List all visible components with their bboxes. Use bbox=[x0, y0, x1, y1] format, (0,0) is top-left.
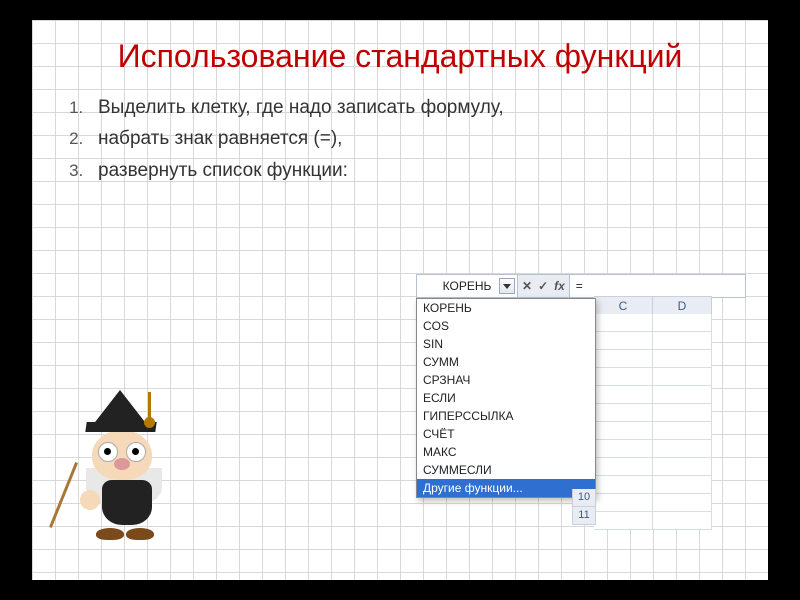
row-number[interactable]: 11 bbox=[572, 507, 596, 525]
cell[interactable] bbox=[594, 386, 653, 404]
name-box[interactable]: КОРЕНЬ bbox=[417, 275, 518, 297]
cell[interactable] bbox=[594, 494, 653, 512]
column-headers: C D bbox=[594, 296, 712, 316]
dropdown-item[interactable]: СЧЁТ bbox=[417, 425, 595, 443]
steps-list: Выделить клетку, где надо записать форму… bbox=[88, 93, 738, 185]
dropdown-item[interactable]: КОРЕНЬ bbox=[417, 299, 595, 317]
cell[interactable] bbox=[653, 404, 712, 422]
cell[interactable] bbox=[653, 368, 712, 386]
excel-screenshot: КОРЕНЬ ✕ ✓ fx = C D bbox=[416, 274, 746, 498]
col-header[interactable]: D bbox=[653, 296, 712, 316]
name-box-dropdown-button[interactable] bbox=[499, 278, 515, 294]
function-dropdown[interactable]: КОРЕНЬ COS SIN СУММ СРЗНАЧ ЕСЛИ ГИПЕРССЫ… bbox=[416, 298, 596, 498]
cell[interactable] bbox=[653, 494, 712, 512]
dropdown-item-selected[interactable]: Другие функции... bbox=[417, 479, 595, 497]
cell[interactable] bbox=[594, 404, 653, 422]
cell[interactable] bbox=[653, 440, 712, 458]
cell[interactable] bbox=[653, 422, 712, 440]
dropdown-item[interactable]: СУММ bbox=[417, 353, 595, 371]
cell[interactable] bbox=[653, 386, 712, 404]
formula-bar: КОРЕНЬ ✕ ✓ fx = bbox=[416, 274, 746, 298]
cell[interactable] bbox=[594, 458, 653, 476]
cell[interactable] bbox=[653, 314, 712, 332]
dropdown-item[interactable]: СУММЕСЛИ bbox=[417, 461, 595, 479]
cell[interactable] bbox=[653, 350, 712, 368]
cells-grid bbox=[594, 314, 712, 530]
cell[interactable] bbox=[594, 314, 653, 332]
chevron-down-icon bbox=[503, 284, 511, 289]
cell[interactable] bbox=[653, 458, 712, 476]
row-number[interactable]: 10 bbox=[572, 489, 596, 507]
mascot-illustration bbox=[52, 390, 192, 540]
formula-text: = bbox=[576, 279, 583, 293]
slide-title: Использование стандартных функций bbox=[32, 20, 768, 85]
dropdown-item[interactable]: МАКС bbox=[417, 443, 595, 461]
step-item: развернуть список функции: bbox=[88, 156, 738, 185]
slide: Использование стандартных функций Выдели… bbox=[32, 20, 768, 580]
cell[interactable] bbox=[594, 476, 653, 494]
cell[interactable] bbox=[653, 332, 712, 350]
cell[interactable] bbox=[594, 350, 653, 368]
cell[interactable] bbox=[653, 476, 712, 494]
formula-bar-icons: ✕ ✓ fx bbox=[518, 275, 570, 297]
dropdown-item[interactable]: СРЗНАЧ bbox=[417, 371, 595, 389]
row-numbers: 10 11 bbox=[572, 489, 596, 525]
step-item: Выделить клетку, где надо записать форму… bbox=[88, 93, 738, 122]
formula-input[interactable]: = bbox=[570, 275, 745, 297]
cell[interactable] bbox=[594, 422, 653, 440]
fx-icon[interactable]: fx bbox=[554, 279, 565, 293]
dropdown-item[interactable]: ЕСЛИ bbox=[417, 389, 595, 407]
step-item: набрать знак равняется (=), bbox=[88, 124, 738, 153]
cancel-icon[interactable]: ✕ bbox=[522, 279, 532, 293]
cell[interactable] bbox=[594, 368, 653, 386]
col-header[interactable]: C bbox=[594, 296, 653, 316]
dropdown-item[interactable]: COS bbox=[417, 317, 595, 335]
name-box-value: КОРЕНЬ bbox=[443, 279, 492, 293]
dropdown-item[interactable]: ГИПЕРССЫЛКА bbox=[417, 407, 595, 425]
confirm-icon[interactable]: ✓ bbox=[538, 279, 548, 293]
cell[interactable] bbox=[653, 512, 712, 530]
cell[interactable] bbox=[594, 512, 653, 530]
dropdown-item[interactable]: SIN bbox=[417, 335, 595, 353]
cell[interactable] bbox=[594, 332, 653, 350]
cell[interactable] bbox=[594, 440, 653, 458]
